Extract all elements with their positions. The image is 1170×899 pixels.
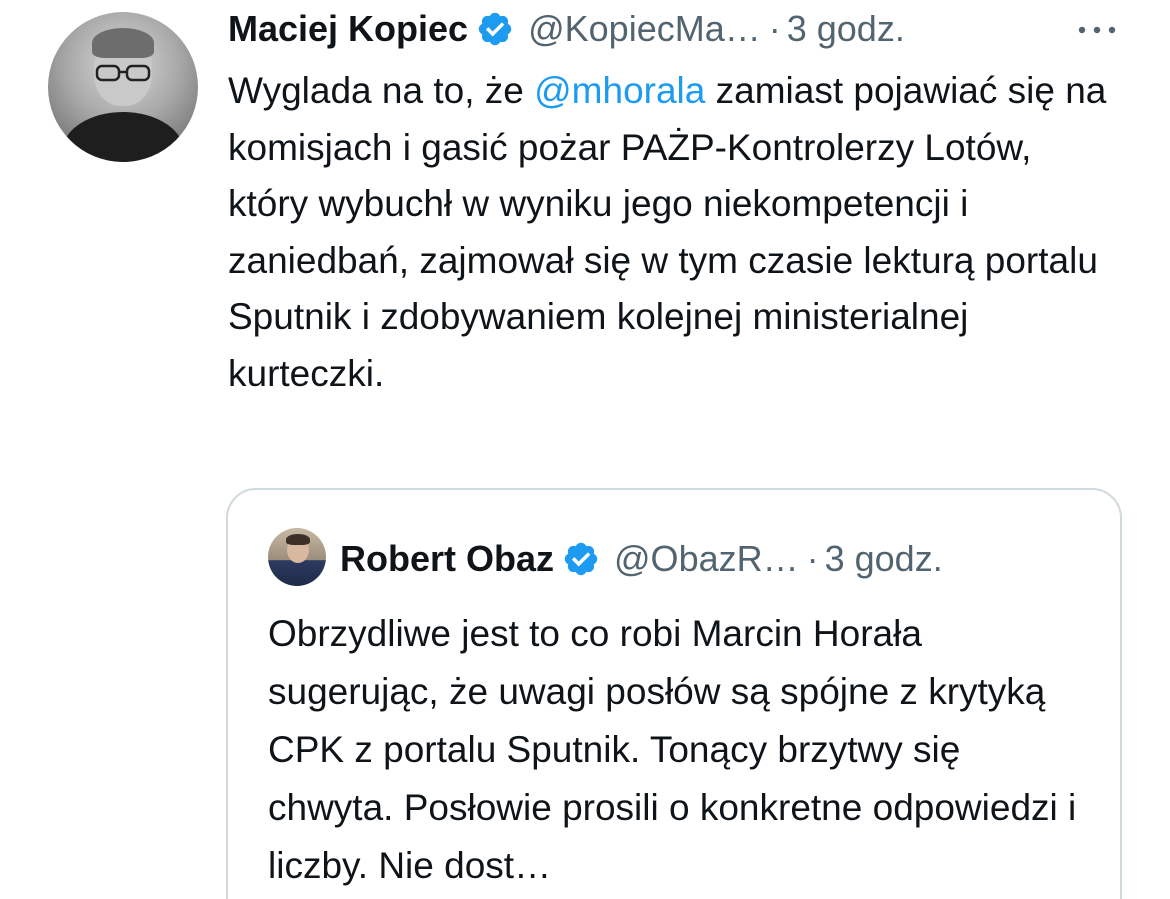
quoted-meta-separator: · — [806, 538, 819, 579]
tweet[interactable]: Maciej Kopiec @KopiecMa… · 3 godz. Wygla… — [0, 0, 1170, 899]
author-name[interactable]: Maciej Kopiec — [228, 8, 468, 50]
more-options-icon[interactable] — [1075, 20, 1119, 40]
quoted-author-name[interactable]: Robert Obaz — [340, 538, 554, 580]
author-handle[interactable]: @KopiecMa… — [528, 8, 761, 50]
quoted-tweet-text: Obrzydliwe jest to co robi Marcin Horała… — [268, 613, 1077, 886]
author-avatar[interactable] — [48, 12, 198, 162]
tweet-timestamp[interactable]: 3 godz. — [787, 8, 905, 50]
quoted-tweet-timestamp[interactable]: 3 godz. — [825, 538, 943, 580]
avatar-hair-shape — [92, 28, 154, 58]
avatar-body-shape — [62, 112, 184, 162]
tweet-header: Maciej Kopiec @KopiecMa… · 3 godz. — [228, 6, 905, 52]
avatar-glasses-shape — [95, 64, 151, 82]
quoted-tweet-card[interactable]: Robert Obaz @ObazR… · 3 godz. Obrzydliwe… — [226, 488, 1122, 899]
verified-badge-icon — [564, 542, 598, 576]
meta-separator: · — [768, 8, 781, 49]
quoted-avatar-hair-shape — [286, 534, 310, 545]
tweet-text: Wyglada na to, że @mhorala zamiast pojaw… — [228, 63, 1108, 402]
quoted-author-handle[interactable]: @ObazR… — [614, 538, 799, 580]
mention-link[interactable]: @mhorala — [534, 70, 705, 111]
tweet-text-start: Wyglada na to, że — [228, 70, 535, 111]
tweet-text-rest: zamiast pojawiać się na komisjach i gasi… — [228, 70, 1107, 394]
verified-badge-icon — [478, 12, 512, 46]
quoted-author-avatar[interactable] — [268, 528, 326, 586]
quoted-tweet-header: Robert Obaz @ObazR… · 3 godz. — [340, 534, 943, 584]
